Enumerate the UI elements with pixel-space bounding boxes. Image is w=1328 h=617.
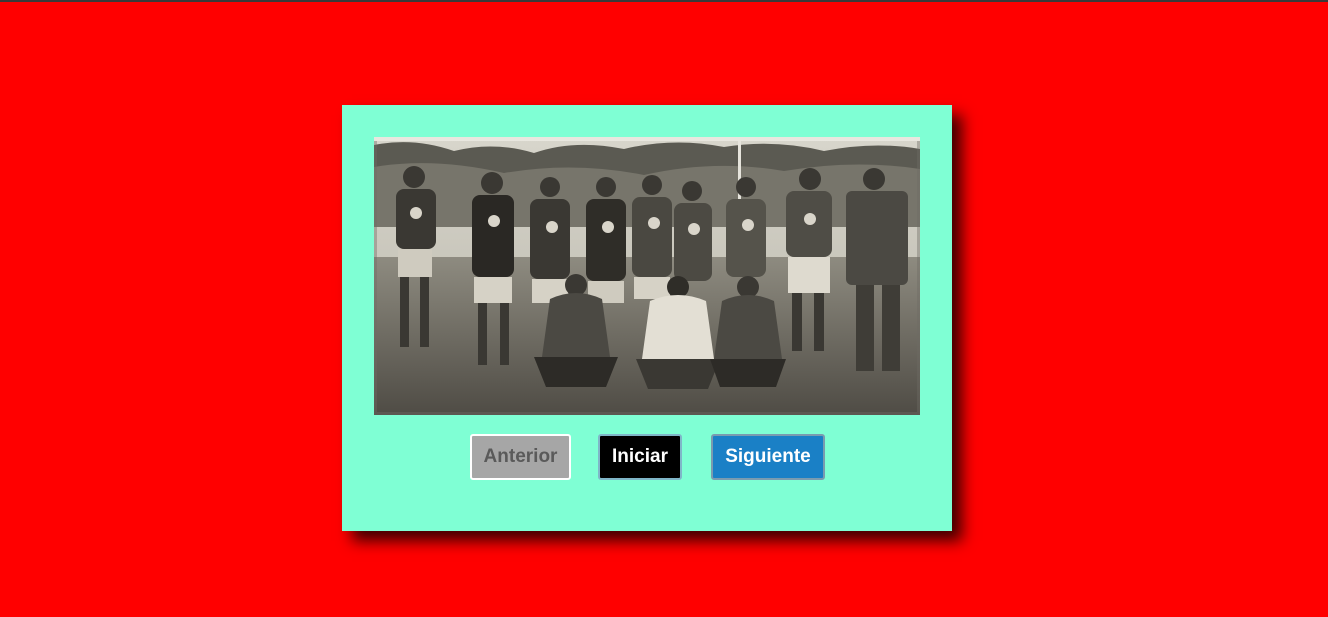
previous-button[interactable]: Anterior xyxy=(470,434,571,480)
slideshow-card: Anterior Iniciar Siguiente xyxy=(342,105,952,531)
slideshow-controls: Anterior Iniciar Siguiente xyxy=(342,434,952,480)
team-photo xyxy=(374,137,920,415)
next-button[interactable]: Siguiente xyxy=(711,434,825,480)
top-border xyxy=(0,0,1328,2)
start-button[interactable]: Iniciar xyxy=(598,434,682,480)
